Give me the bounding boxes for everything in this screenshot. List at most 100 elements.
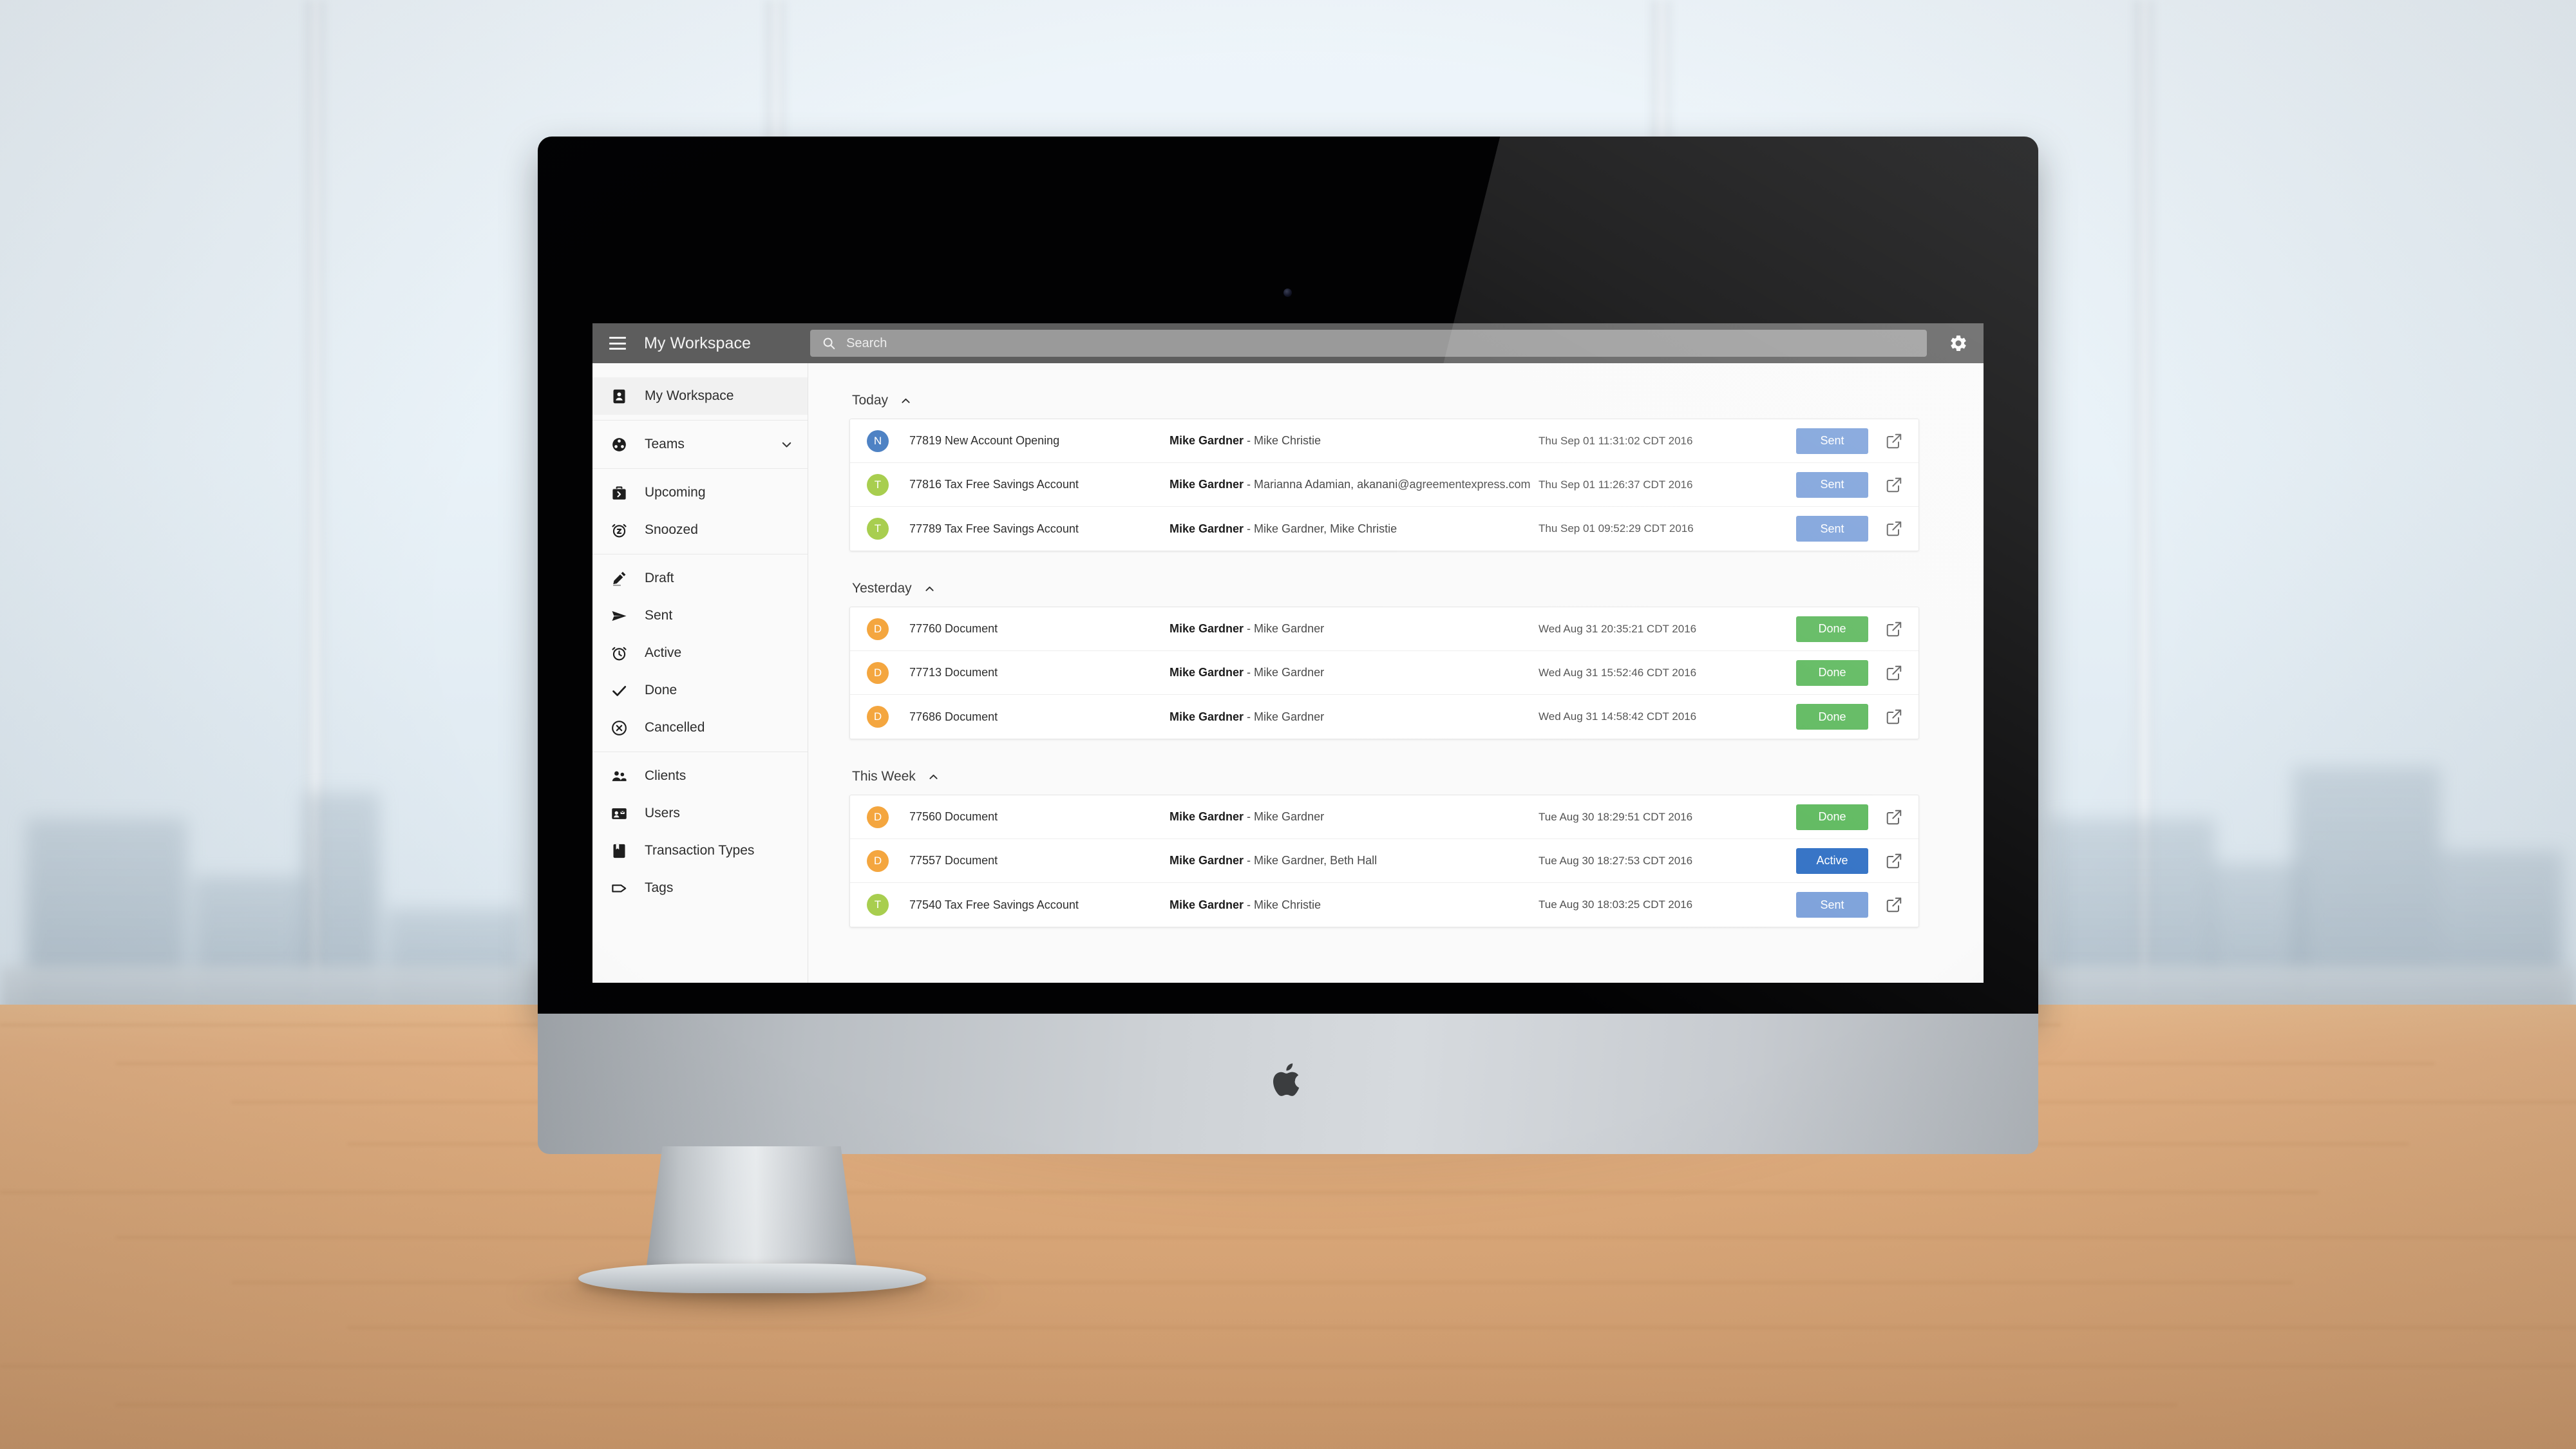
section-yesterday: Yesterday D 77760 Document Mike Gardner - M… bbox=[849, 581, 1919, 739]
open-external-icon[interactable] bbox=[1885, 620, 1903, 638]
chevron-down-icon[interactable] bbox=[780, 438, 793, 451]
status-badge[interactable]: Done bbox=[1796, 804, 1868, 830]
open-external-icon[interactable] bbox=[1885, 520, 1903, 538]
monitor-stand-neck bbox=[645, 1146, 858, 1275]
table-row[interactable]: D 77560 Document Mike Gardner - Mike Gardn… bbox=[850, 795, 1918, 839]
sidebar-item-cancelled[interactable]: Cancelled bbox=[592, 709, 808, 746]
sender-name: Mike Gardner bbox=[1170, 522, 1244, 535]
recipient-names: Mike Gardner bbox=[1254, 622, 1325, 635]
recipient-names: Mike Gardner bbox=[1254, 810, 1325, 823]
transaction-list: D 77560 Document Mike Gardner - Mike Gardn… bbox=[849, 795, 1919, 927]
transaction-parties: Mike Gardner - Mike Gardner bbox=[1170, 666, 1539, 679]
recipient-names: Mike Gardner bbox=[1254, 710, 1325, 723]
open-external-icon[interactable] bbox=[1885, 664, 1903, 682]
parties-separator: - bbox=[1244, 622, 1255, 635]
gear-icon[interactable] bbox=[1949, 334, 1968, 353]
section-header-today[interactable]: Today bbox=[849, 393, 1919, 408]
sidebar-item-label: Transaction Types bbox=[645, 843, 755, 858]
sender-name: Mike Gardner bbox=[1170, 666, 1244, 679]
open-external-icon[interactable] bbox=[1885, 432, 1903, 450]
sidebar-group: Clients Users Transaction Types Tags bbox=[592, 752, 808, 912]
table-row[interactable]: T 77540 Tax Free Savings Account Mike Gard… bbox=[850, 883, 1918, 927]
search-bar[interactable] bbox=[810, 330, 1927, 357]
chevron-up-icon[interactable] bbox=[927, 771, 940, 783]
sidebar-item-label: Active bbox=[645, 645, 682, 660]
paper-plane-icon bbox=[611, 607, 628, 625]
page-title: My Workspace bbox=[644, 334, 752, 352]
avatar: T bbox=[867, 518, 889, 540]
avatar: D bbox=[867, 618, 889, 640]
alarm-clock-icon bbox=[611, 645, 628, 662]
table-row[interactable]: N 77819 New Account Opening Mike Gardner -… bbox=[850, 419, 1918, 463]
transaction-title: 77713 Document bbox=[909, 666, 998, 679]
table-row[interactable]: T 77789 Tax Free Savings Account Mike Gard… bbox=[850, 507, 1918, 551]
table-row[interactable]: T 77816 Tax Free Savings Account Mike Gard… bbox=[850, 463, 1918, 507]
sidebar-group: My Workspace bbox=[592, 372, 808, 421]
sidebar-item-upcoming[interactable]: Upcoming bbox=[592, 474, 808, 511]
status-badge[interactable]: Done bbox=[1796, 659, 1868, 686]
status-badge[interactable]: Done bbox=[1796, 704, 1868, 730]
status-badge[interactable]: Sent bbox=[1796, 471, 1868, 498]
avatar: T bbox=[867, 473, 889, 496]
sidebar-item-active[interactable]: Active bbox=[592, 634, 808, 672]
open-external-icon[interactable] bbox=[1885, 476, 1903, 494]
avatar: N bbox=[867, 430, 889, 452]
sender-name: Mike Gardner bbox=[1170, 710, 1244, 723]
transaction-parties: Mike Gardner - Mike Gardner, Beth Hall bbox=[1170, 854, 1539, 867]
section-header-yesterday[interactable]: Yesterday bbox=[849, 581, 1919, 596]
status-badge[interactable]: Sent bbox=[1796, 516, 1868, 542]
briefcase-icon bbox=[611, 484, 628, 502]
main-content: Today N 77819 New Account Opening Mike Gard… bbox=[808, 363, 1984, 983]
sidebar-item-draft[interactable]: Draft bbox=[592, 560, 808, 597]
hamburger-icon[interactable] bbox=[609, 337, 626, 350]
transaction-title: 77760 Document bbox=[909, 622, 998, 635]
wood-grain bbox=[116, 1404, 2177, 1406]
open-external-icon[interactable] bbox=[1885, 896, 1903, 914]
screen-content: My Workspace Search My Workspace Teams U… bbox=[592, 323, 1984, 983]
status-badge[interactable]: Sent bbox=[1796, 892, 1868, 918]
search-input[interactable] bbox=[846, 336, 1915, 351]
sidebar-item-clients[interactable]: Clients bbox=[592, 757, 808, 795]
transaction-parties: Mike Gardner - Mike Gardner, Mike Christ… bbox=[1170, 522, 1539, 536]
transaction-title: 77686 Document bbox=[909, 710, 998, 723]
chevron-up-icon[interactable] bbox=[900, 395, 912, 407]
sidebar-item-my-workspace[interactable]: My Workspace bbox=[592, 377, 808, 415]
sidebar-item-done[interactable]: Done bbox=[592, 672, 808, 709]
book-icon bbox=[611, 842, 628, 860]
section-title: This Week bbox=[852, 769, 916, 784]
transaction-parties: Mike Gardner - Mike Gardner bbox=[1170, 622, 1539, 636]
status-badge[interactable]: Done bbox=[1796, 616, 1868, 642]
sidebar-item-sent[interactable]: Sent bbox=[592, 597, 808, 634]
open-external-icon[interactable] bbox=[1885, 852, 1903, 870]
table-row[interactable]: D 77713 Document Mike Gardner - Mike Gardn… bbox=[850, 651, 1918, 695]
wood-grain bbox=[0, 1365, 2576, 1367]
section-header-this-week[interactable]: This Week bbox=[849, 769, 1919, 784]
section-title: Today bbox=[852, 393, 889, 408]
transaction-timestamp: Wed Aug 31 15:52:46 CDT 2016 bbox=[1539, 666, 1697, 679]
tag-icon bbox=[611, 880, 628, 897]
sidebar-item-transaction-types[interactable]: Transaction Types bbox=[592, 832, 808, 869]
status-badge[interactable]: Active bbox=[1796, 848, 1868, 874]
imac-computer: My Workspace Search My Workspace Teams U… bbox=[538, 137, 2038, 1154]
status-badge[interactable]: Sent bbox=[1796, 428, 1868, 454]
section-this-week: This Week D 77560 Document Mike Gardner - M… bbox=[849, 769, 1919, 927]
transaction-title: 77560 Document bbox=[909, 810, 998, 823]
sidebar-item-users[interactable]: Users bbox=[592, 795, 808, 832]
wood-grain bbox=[348, 1327, 2576, 1329]
table-row[interactable]: D 77557 Document Mike Gardner - Mike Gardn… bbox=[850, 839, 1918, 883]
table-row[interactable]: D 77760 Document Mike Gardner - Mike Gardn… bbox=[850, 607, 1918, 651]
open-external-icon[interactable] bbox=[1885, 708, 1903, 726]
table-row[interactable]: D 77686 Document Mike Gardner - Mike Gardn… bbox=[850, 695, 1918, 739]
sidebar-item-teams[interactable]: Teams bbox=[592, 426, 808, 463]
parties-separator: - bbox=[1244, 810, 1255, 823]
sidebar-item-tags[interactable]: Tags bbox=[592, 869, 808, 907]
sidebar-item-snoozed[interactable]: Snoozed bbox=[592, 511, 808, 549]
recipient-names: Mike Gardner bbox=[1254, 666, 1325, 679]
sidebar-group: Teams bbox=[592, 421, 808, 469]
transaction-timestamp: Tue Aug 30 18:27:53 CDT 2016 bbox=[1539, 854, 1693, 867]
chevron-up-icon[interactable] bbox=[923, 583, 936, 595]
open-external-icon[interactable] bbox=[1885, 808, 1903, 826]
transaction-parties: Mike Gardner - Mike Christie bbox=[1170, 898, 1539, 912]
sidebar-item-label: Cancelled bbox=[645, 720, 705, 735]
transaction-parties: Mike Gardner - Mike Gardner bbox=[1170, 810, 1539, 824]
